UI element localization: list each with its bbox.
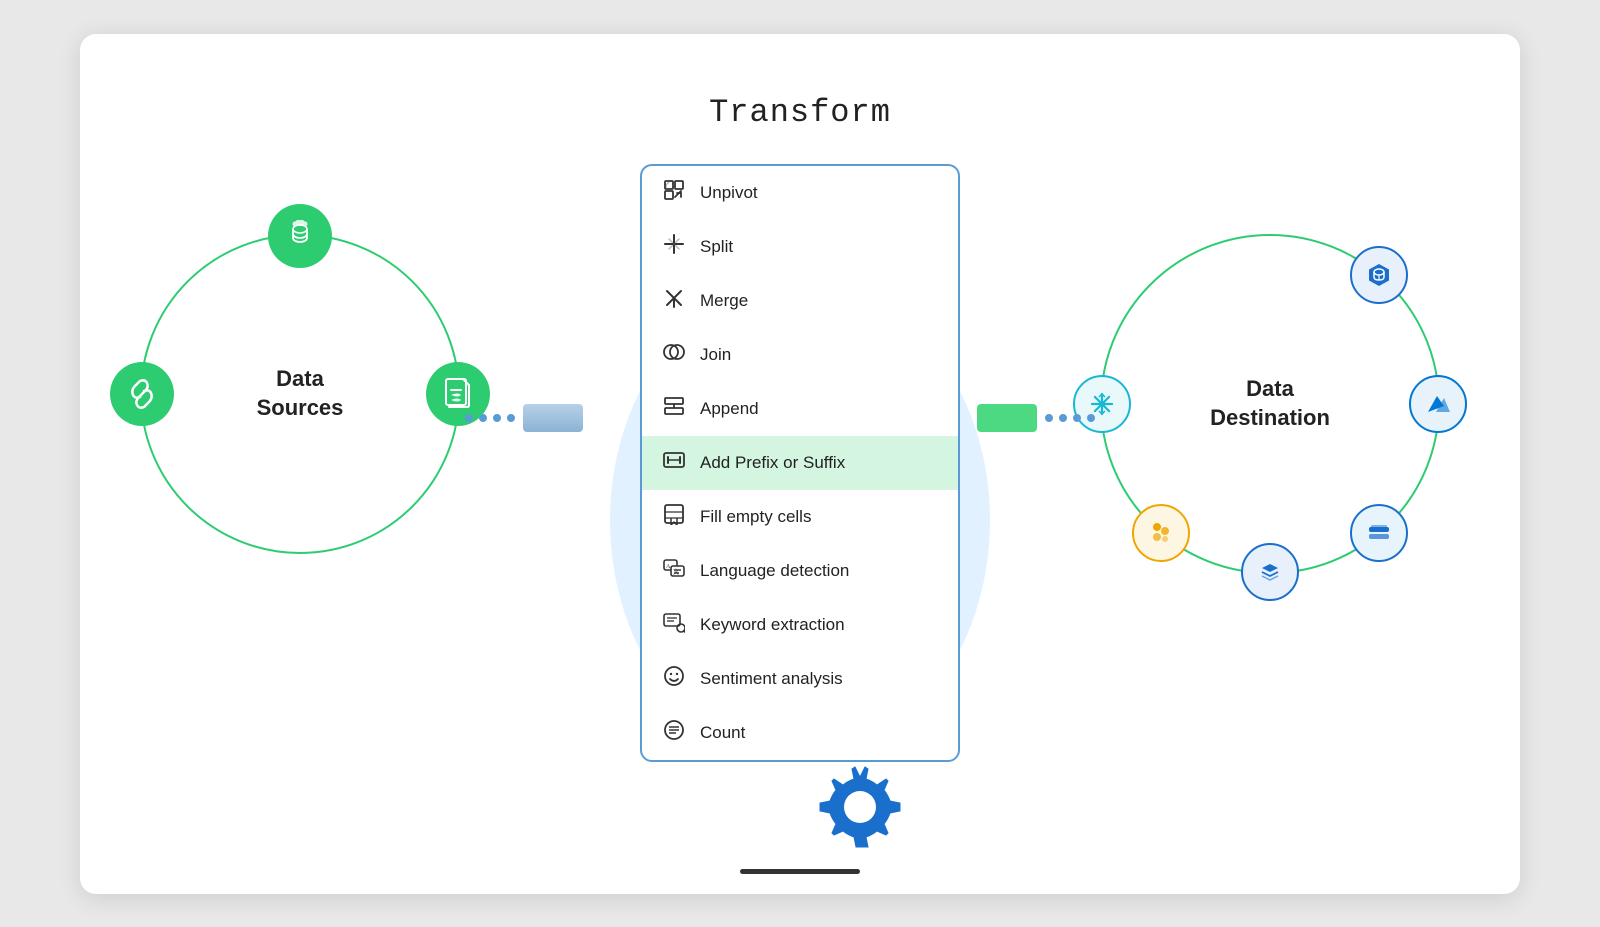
menu-item-unpivot[interactable]: Unpivot — [642, 166, 958, 220]
data-destination-label: Data Destination — [1210, 375, 1330, 432]
data-sources-circle: Data Sources — [140, 234, 460, 554]
merge-icon — [662, 287, 686, 315]
count-icon — [662, 719, 686, 747]
split-icon — [662, 233, 686, 261]
menu-item-language-detection[interactable]: A 文 Language detection — [642, 544, 958, 598]
svg-text:A: A — [666, 564, 671, 570]
sentiment-analysis-label: Sentiment analysis — [700, 669, 843, 689]
dest-icon-1[interactable] — [1350, 246, 1408, 304]
menu-item-join[interactable]: Join — [642, 328, 958, 382]
data-destination-circle: Data Destination — [1100, 234, 1440, 574]
menu-item-sentiment-analysis[interactable]: Sentiment analysis — [642, 652, 958, 706]
menu-item-fill-empty[interactable]: Fill empty cells — [642, 490, 958, 544]
unpivot-label: Unpivot — [700, 183, 758, 203]
menu-item-split[interactable]: Split — [642, 220, 958, 274]
main-card: Transform — [80, 34, 1520, 894]
transform-panel: Unpivot Split — [640, 164, 960, 762]
merge-label: Merge — [700, 291, 748, 311]
data-destination-area: Data Destination — [1100, 234, 1440, 574]
join-label: Join — [700, 345, 731, 365]
menu-item-keyword-extraction[interactable]: Keyword extraction — [642, 598, 958, 652]
count-label: Count — [700, 723, 745, 743]
join-icon — [662, 341, 686, 369]
page-title: Transform — [709, 94, 891, 131]
svg-text:文: 文 — [673, 568, 679, 576]
right-connector — [977, 404, 1095, 432]
gear-icon-area — [810, 757, 910, 862]
sentiment-analysis-icon — [662, 665, 686, 693]
menu-item-count[interactable]: Count — [642, 706, 958, 760]
link-icon[interactable] — [110, 362, 174, 426]
menu-item-append[interactable]: Append — [642, 382, 958, 436]
keyword-extraction-label: Keyword extraction — [700, 615, 845, 635]
keyword-extraction-icon — [662, 611, 686, 639]
split-label: Split — [700, 237, 733, 257]
bottom-bar — [740, 869, 860, 874]
prefix-suffix-icon — [662, 449, 686, 477]
add-prefix-suffix-label: Add Prefix or Suffix — [700, 453, 845, 473]
left-connector — [465, 404, 583, 432]
dest-icon-5[interactable] — [1132, 504, 1190, 562]
cloud-db-icon[interactable] — [268, 204, 332, 268]
fill-empty-label: Fill empty cells — [700, 507, 811, 527]
menu-item-add-prefix-suffix[interactable]: Add Prefix or Suffix — [642, 436, 958, 490]
fill-empty-icon — [662, 503, 686, 531]
dest-icon-4[interactable] — [1241, 543, 1299, 601]
transform-area: Unpivot Split — [640, 164, 960, 762]
data-sources-label: Data Sources — [257, 365, 344, 422]
data-sources-area: Data Sources — [140, 234, 460, 554]
append-icon — [662, 395, 686, 423]
dest-icon-2[interactable] — [1409, 375, 1467, 433]
dest-icon-3[interactable] — [1350, 504, 1408, 562]
append-label: Append — [700, 399, 759, 419]
menu-item-merge[interactable]: Merge — [642, 274, 958, 328]
language-detection-label: Language detection — [700, 561, 849, 581]
unpivot-icon — [662, 179, 686, 207]
language-detection-icon: A 文 — [662, 557, 686, 585]
